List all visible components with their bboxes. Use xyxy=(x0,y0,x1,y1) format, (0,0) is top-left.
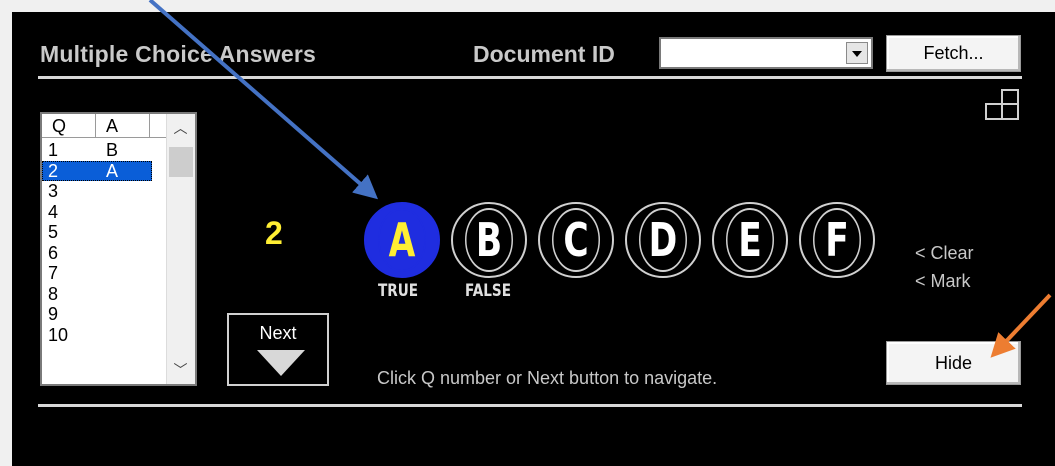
orange-annotation-arrow xyxy=(990,293,1052,358)
annotation-arrows xyxy=(148,0,1052,358)
blue-annotation-arrow xyxy=(148,0,379,200)
